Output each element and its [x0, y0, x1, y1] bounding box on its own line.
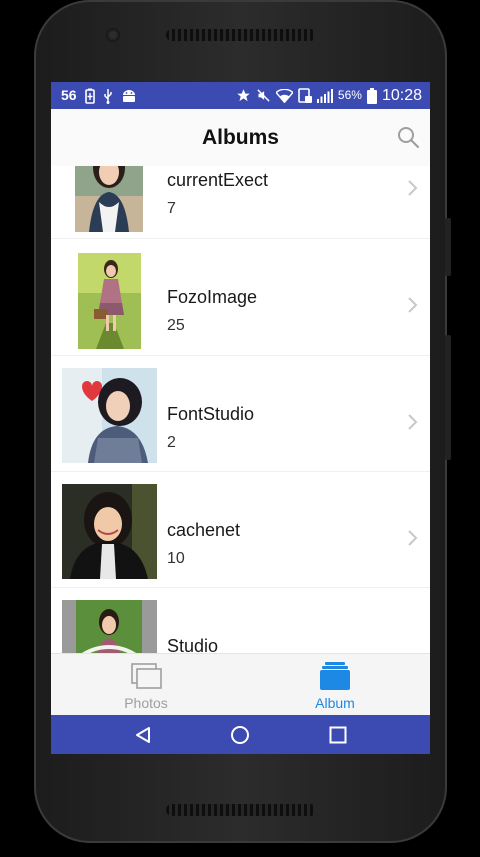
- page-title: Albums: [201, 126, 279, 149]
- system-nav-bar: [51, 715, 430, 754]
- battery-saver-icon: [84, 88, 95, 104]
- search-icon[interactable]: [396, 125, 420, 149]
- album-thumbnail: [62, 368, 157, 463]
- album-thumbnail: [78, 253, 141, 349]
- chevron-right-icon: [408, 297, 418, 313]
- title-bar: Albums: [51, 109, 430, 166]
- android-icon: [122, 89, 135, 102]
- status-bar: 56 56% 10:28: [51, 82, 430, 109]
- album-name: FontStudio: [167, 404, 255, 424]
- album-row[interactable]: Studio: [51, 588, 430, 653]
- album-icon: [320, 662, 350, 690]
- chevron-right-icon: [408, 180, 418, 196]
- top-speaker: [166, 29, 316, 41]
- data-saver-icon: [298, 88, 312, 103]
- wifi-icon: [275, 88, 293, 103]
- album-thumbnail: [62, 600, 157, 653]
- album-row[interactable]: FozoImage 25: [51, 239, 430, 355]
- photos-icon: [131, 663, 162, 689]
- album-count: 7: [167, 200, 176, 217]
- chevron-right-icon: [408, 414, 418, 430]
- album-thumbnail: [75, 166, 143, 232]
- screen: 56 56% 10:28 Albums currentExect 7 FozoI…: [51, 82, 430, 754]
- chevron-right-icon: [408, 530, 418, 546]
- album-row[interactable]: cachenet 10: [51, 472, 430, 588]
- bottom-tab-bar: Photos Album: [51, 653, 430, 716]
- album-name: currentExect: [167, 170, 269, 190]
- home-icon[interactable]: [230, 725, 250, 745]
- album-row[interactable]: currentExect 7: [51, 166, 430, 238]
- tab-photos-label: Photos: [124, 695, 168, 711]
- volume-button: [445, 218, 451, 276]
- front-camera: [106, 28, 120, 42]
- battery-icon: [366, 87, 377, 104]
- notification-count: 56: [61, 87, 77, 103]
- album-count: 2: [167, 434, 176, 451]
- signal-icon: [316, 88, 333, 103]
- recents-icon[interactable]: [329, 726, 347, 744]
- tab-album-label: Album: [315, 695, 355, 711]
- album-name: Studio: [167, 636, 219, 653]
- back-icon[interactable]: [134, 726, 152, 744]
- mute-icon: [257, 89, 270, 102]
- usb-icon: [103, 88, 112, 104]
- album-list[interactable]: currentExect 7 FozoImage 25 FontStudio 2…: [51, 166, 430, 653]
- bottom-speaker: [166, 804, 316, 816]
- album-row[interactable]: FontStudio 2: [51, 356, 430, 472]
- album-name: FozoImage: [167, 287, 258, 307]
- tab-photos[interactable]: Photos: [81, 654, 211, 716]
- battery-percent: 56%: [337, 88, 362, 102]
- album-thumbnail: [62, 484, 157, 579]
- clock: 10:28: [381, 87, 422, 104]
- star-icon: [237, 89, 250, 102]
- album-count: 10: [167, 550, 185, 567]
- album-count: 25: [167, 317, 185, 334]
- album-name: cachenet: [167, 520, 241, 540]
- power-button: [445, 335, 451, 460]
- tab-album[interactable]: Album: [270, 654, 400, 716]
